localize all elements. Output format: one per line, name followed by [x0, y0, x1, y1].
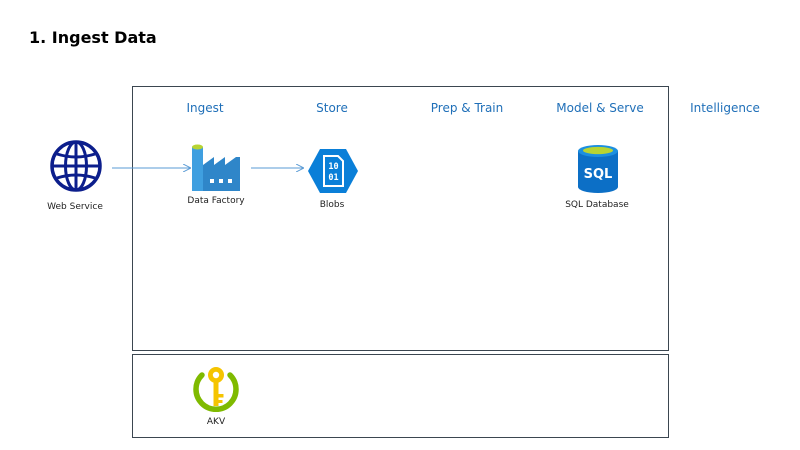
web-service-label: Web Service	[47, 202, 103, 212]
blob-storage-icon: 10 01	[308, 149, 358, 193]
factory-icon	[192, 144, 240, 191]
sql-database-label: SQL Database	[565, 200, 629, 210]
data-factory-label: Data Factory	[187, 196, 245, 206]
globe-icon	[50, 140, 102, 192]
sql-glyph: SQL	[584, 167, 613, 182]
blob-glyph-bottom: 01	[328, 173, 338, 183]
connector-layer	[112, 0, 800, 450]
blobs-label: Blobs	[319, 200, 345, 210]
key-vault-icon	[193, 367, 239, 413]
blob-glyph-top: 10	[328, 162, 338, 172]
akv-label: AKV	[206, 417, 226, 427]
sql-database-icon: SQL	[578, 145, 618, 193]
